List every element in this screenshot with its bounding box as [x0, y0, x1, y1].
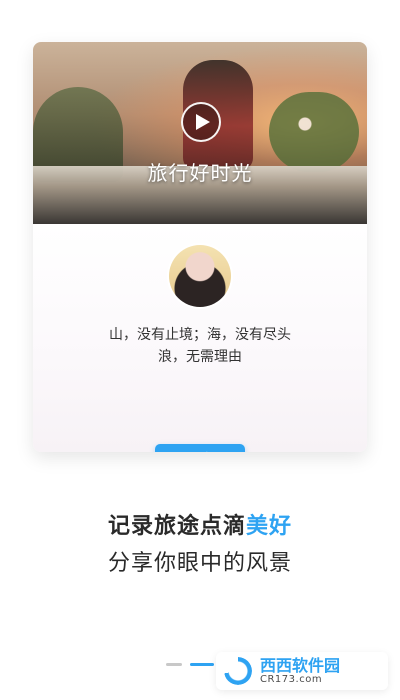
share-button[interactable]: 分享: [155, 444, 245, 452]
play-button[interactable]: [181, 102, 221, 142]
avatar[interactable]: [169, 245, 231, 307]
quote-line-1: 山，没有止境；海，没有尽头: [109, 327, 291, 343]
card-body: 山，没有止境；海，没有尽头 浪，无需理由 分享: [33, 224, 367, 452]
quote-line-2: 浪，无需理由: [158, 349, 242, 365]
pager-dot-1[interactable]: [166, 663, 182, 666]
cover-title: 旅行好时光: [147, 161, 253, 185]
headline: 记录旅途点滴美好: [0, 508, 400, 540]
watermark-logo-icon: [224, 657, 252, 685]
cover-image[interactable]: 旅行好时光: [33, 42, 367, 224]
pager-dot-2[interactable]: [190, 663, 214, 666]
play-icon: [195, 114, 210, 130]
subline: 分享你眼中的风景: [107, 551, 292, 576]
watermark-title: 西西软件园: [260, 655, 341, 675]
watermark-subtitle: CR173.com: [260, 674, 323, 686]
quote: 山，没有止境；海，没有尽头 浪，无需理由: [33, 324, 367, 368]
watermark: 西西软件园 CR173.com: [216, 652, 388, 690]
featured-card: 旅行好时光 山，没有止境；海，没有尽头 浪，无需理由 分享: [33, 42, 367, 452]
watermark-text: 西西软件园 CR173.com: [260, 657, 340, 686]
pager: [166, 663, 214, 666]
headline-prefix: 记录旅途点滴: [107, 514, 246, 539]
headline-accent: 美好: [246, 514, 293, 539]
